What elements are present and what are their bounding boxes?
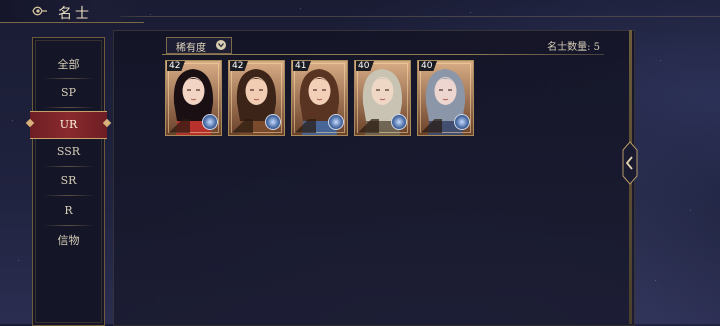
sidebar-item-sp[interactable]: SP bbox=[33, 80, 104, 106]
sidebar-item-sr[interactable]: SR bbox=[33, 168, 104, 194]
character-card[interactable]: 40 bbox=[417, 60, 474, 136]
character-card[interactable]: 40 bbox=[354, 60, 411, 136]
eye-badge-icon bbox=[391, 114, 407, 130]
filter-bar: 稀有度 名士数量: 5 bbox=[162, 37, 604, 55]
card-corner-ornament bbox=[168, 119, 190, 133]
character-level: 40 bbox=[358, 61, 370, 71]
card-corner-ornament bbox=[294, 119, 316, 133]
right-nub-icon bbox=[102, 118, 112, 128]
back-icon[interactable] bbox=[32, 5, 48, 17]
top-header: 名士 bbox=[0, 0, 720, 24]
rarity-filter-dropdown[interactable]: 稀有度 bbox=[166, 37, 232, 54]
sidebar-divider bbox=[43, 225, 95, 226]
sidebar-item-r[interactable]: R bbox=[33, 198, 104, 224]
sidebar-item-all[interactable]: 全部 bbox=[33, 52, 104, 78]
eye-badge-icon bbox=[265, 114, 281, 130]
card-corner-ornament bbox=[357, 119, 379, 133]
character-level: 42 bbox=[232, 61, 244, 71]
eye-badge-icon bbox=[328, 114, 344, 130]
sidebar-divider bbox=[43, 78, 95, 79]
rarity-sidebar: 全部 SP UR SSR SR R 信物 bbox=[25, 37, 112, 326]
card-corner-ornament bbox=[420, 119, 442, 133]
sidebar-item-token[interactable]: 信物 bbox=[33, 228, 104, 254]
sidebar-divider bbox=[43, 166, 95, 167]
character-level: 42 bbox=[169, 61, 181, 71]
eye-badge-icon bbox=[202, 114, 218, 130]
character-level: 40 bbox=[421, 61, 433, 71]
chevron-down-icon bbox=[216, 40, 226, 50]
character-count: 名士数量: 5 bbox=[547, 42, 600, 53]
eye-badge-icon bbox=[454, 114, 470, 130]
sidebar-divider bbox=[43, 107, 95, 108]
card-corner-ornament bbox=[231, 119, 253, 133]
sidebar-item-ur[interactable]: UR bbox=[25, 111, 112, 139]
collapse-arrow-icon[interactable] bbox=[621, 140, 639, 186]
character-card[interactable]: 42 bbox=[165, 60, 222, 136]
page-title: 名士 bbox=[58, 6, 92, 22]
left-nub-icon bbox=[25, 118, 35, 128]
header-divider bbox=[120, 2, 720, 17]
character-level: 41 bbox=[295, 61, 307, 71]
sidebar-divider bbox=[43, 195, 95, 196]
sidebar-item-label: UR bbox=[59, 118, 78, 131]
sidebar-item-ssr[interactable]: SSR bbox=[33, 139, 104, 165]
rarity-filter-label: 稀有度 bbox=[176, 43, 206, 54]
character-card[interactable]: 42 bbox=[228, 60, 285, 136]
filter-underline bbox=[162, 54, 604, 55]
character-card[interactable]: 41 bbox=[291, 60, 348, 136]
